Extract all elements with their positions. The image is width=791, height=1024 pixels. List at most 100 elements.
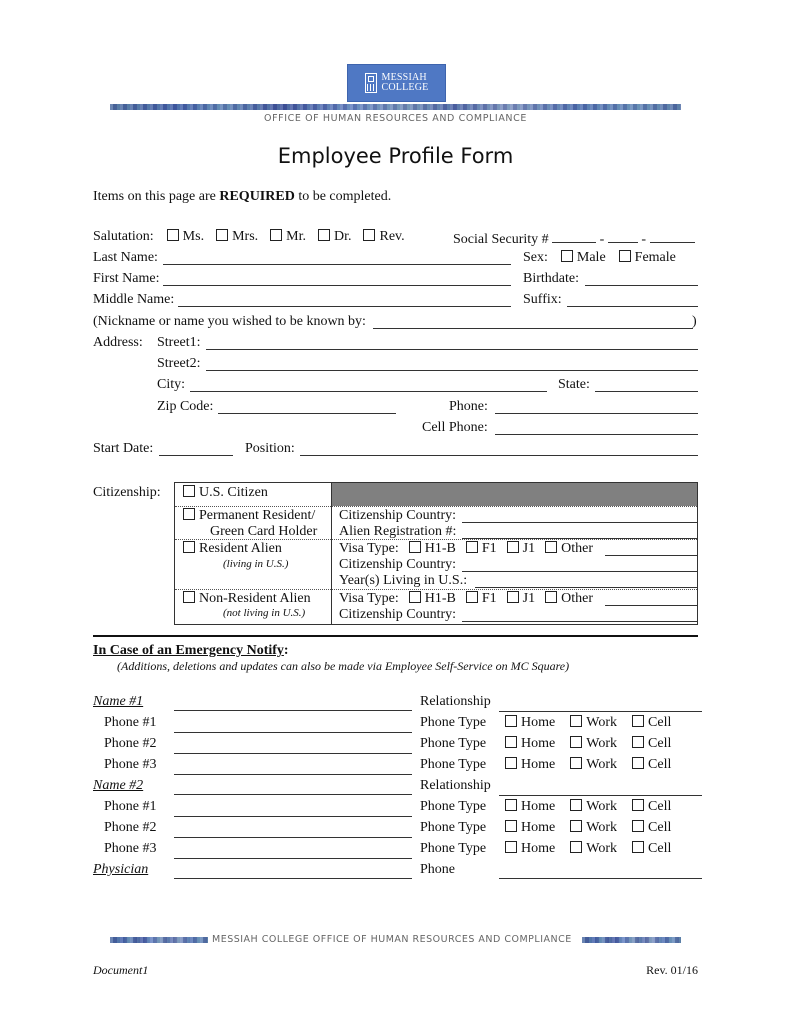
checkbox[interactable] <box>270 229 283 241</box>
type-work[interactable]: Work <box>570 736 617 751</box>
nonres-visa-other-field[interactable] <box>605 592 697 606</box>
name2-phone2-field[interactable] <box>174 823 412 838</box>
checkbox[interactable] <box>183 541 195 553</box>
checkbox[interactable] <box>618 250 631 262</box>
name1-phone2-field[interactable] <box>174 739 412 754</box>
cell-phone-field[interactable] <box>495 421 698 435</box>
type-home[interactable]: Home <box>505 757 555 772</box>
name2-relationship-field[interactable] <box>499 781 702 796</box>
checkbox[interactable] <box>560 250 573 262</box>
checkbox[interactable] <box>505 841 518 853</box>
checkbox[interactable] <box>183 508 195 520</box>
name2-phone3-field[interactable] <box>174 844 412 859</box>
salutation-mr[interactable]: Mr. <box>270 229 306 244</box>
type-cell[interactable]: Cell <box>632 736 671 751</box>
checkbox[interactable] <box>632 799 645 811</box>
checkbox[interactable] <box>570 841 583 853</box>
city-field[interactable] <box>190 378 547 392</box>
name2-phone1-field[interactable] <box>174 802 412 817</box>
birthdate-field[interactable] <box>585 272 698 286</box>
last-name-field[interactable] <box>163 251 511 265</box>
res-visa-j1[interactable]: J1 <box>506 541 535 556</box>
checkbox[interactable] <box>183 591 195 603</box>
perm-country-field[interactable] <box>462 509 697 523</box>
sex-female[interactable]: Female <box>618 250 676 265</box>
salutation-mrs[interactable]: Mrs. <box>216 229 258 244</box>
name1-phone3-field[interactable] <box>174 760 412 775</box>
checkbox[interactable] <box>465 541 478 553</box>
permanent-resident-option[interactable]: Permanent Resident/ <box>183 508 315 524</box>
checkbox[interactable] <box>465 591 478 603</box>
street1-field[interactable] <box>206 336 698 350</box>
type-cell[interactable]: Cell <box>632 715 671 730</box>
checkbox[interactable] <box>570 820 583 832</box>
ssn-part3-field[interactable] <box>649 229 695 243</box>
res-country-field[interactable] <box>462 558 697 572</box>
physician-phone-field[interactable] <box>499 864 702 879</box>
type-work[interactable]: Work <box>570 799 617 814</box>
ssn-part2-field[interactable] <box>607 229 638 243</box>
type-home[interactable]: Home <box>505 820 555 835</box>
checkbox[interactable] <box>505 820 518 832</box>
checkbox[interactable] <box>570 736 583 748</box>
res-visa-other[interactable]: Other <box>545 541 593 556</box>
nonres-country-field[interactable] <box>462 608 697 622</box>
res-visa-h1b[interactable]: H1-B <box>408 541 456 556</box>
nonres-visa-h1b[interactable]: H1-B <box>408 591 456 606</box>
checkbox[interactable] <box>545 541 558 553</box>
checkbox[interactable] <box>505 715 518 727</box>
type-cell[interactable]: Cell <box>632 799 671 814</box>
checkbox[interactable] <box>183 485 195 497</box>
first-name-field[interactable] <box>163 272 511 286</box>
checkbox[interactable] <box>166 229 179 241</box>
suffix-field[interactable] <box>567 293 698 307</box>
nonres-visa-other[interactable]: Other <box>545 591 593 606</box>
nonres-visa-f1[interactable]: F1 <box>465 591 497 606</box>
checkbox[interactable] <box>408 591 421 603</box>
checkbox[interactable] <box>570 799 583 811</box>
type-cell[interactable]: Cell <box>632 820 671 835</box>
type-home[interactable]: Home <box>505 799 555 814</box>
type-home[interactable]: Home <box>505 736 555 751</box>
type-home[interactable]: Home <box>505 715 555 730</box>
salutation-dr[interactable]: Dr. <box>317 229 351 244</box>
resident-alien-option[interactable]: Resident Alien <box>183 541 282 557</box>
name1-relationship-field[interactable] <box>499 697 702 712</box>
sex-male[interactable]: Male <box>560 250 606 265</box>
position-field[interactable] <box>300 442 698 456</box>
res-visa-f1[interactable]: F1 <box>465 541 497 556</box>
physician-field[interactable] <box>174 864 412 879</box>
checkbox[interactable] <box>570 757 583 769</box>
checkbox[interactable] <box>632 841 645 853</box>
type-cell[interactable]: Cell <box>632 841 671 856</box>
checkbox[interactable] <box>506 591 519 603</box>
checkbox[interactable] <box>632 736 645 748</box>
type-work[interactable]: Work <box>570 841 617 856</box>
name2-field[interactable] <box>174 780 412 795</box>
start-date-field[interactable] <box>159 442 233 456</box>
name1-phone1-field[interactable] <box>174 718 412 733</box>
middle-name-field[interactable] <box>178 293 511 307</box>
type-work[interactable]: Work <box>570 757 617 772</box>
checkbox[interactable] <box>363 229 376 241</box>
ssn-part1-field[interactable] <box>552 229 597 243</box>
type-work[interactable]: Work <box>570 715 617 730</box>
type-cell[interactable]: Cell <box>632 757 671 772</box>
type-home[interactable]: Home <box>505 841 555 856</box>
state-field[interactable] <box>595 378 698 392</box>
checkbox[interactable] <box>632 757 645 769</box>
type-work[interactable]: Work <box>570 820 617 835</box>
checkbox[interactable] <box>505 736 518 748</box>
checkbox[interactable] <box>506 541 519 553</box>
res-years-field[interactable] <box>475 574 697 588</box>
nonres-visa-j1[interactable]: J1 <box>506 591 535 606</box>
checkbox[interactable] <box>317 229 330 241</box>
nonresident-alien-option[interactable]: Non-Resident Alien <box>183 591 311 607</box>
checkbox[interactable] <box>545 591 558 603</box>
checkbox[interactable] <box>216 229 229 241</box>
res-visa-other-field[interactable] <box>605 542 697 556</box>
phone-field[interactable] <box>495 400 698 414</box>
alien-registration-field[interactable] <box>462 525 697 539</box>
salutation-rev[interactable]: Rev. <box>363 229 405 244</box>
checkbox[interactable] <box>408 541 421 553</box>
